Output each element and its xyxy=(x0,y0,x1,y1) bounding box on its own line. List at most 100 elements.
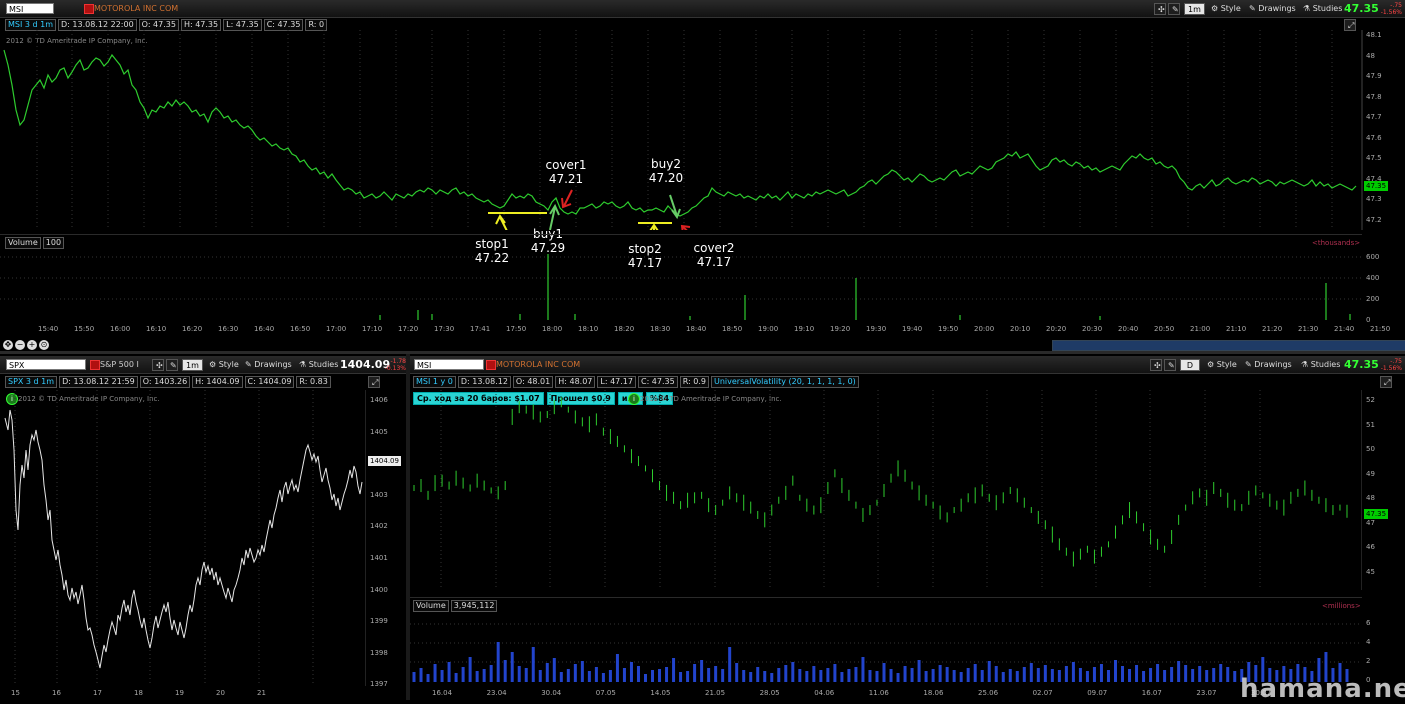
time-tick-label: 17:20 xyxy=(398,325,419,333)
axis-tick-label: 1399 xyxy=(370,617,388,626)
daily-volume-value: 3,945,112 xyxy=(450,600,498,612)
daily-price-chart xyxy=(413,390,1362,590)
axis-tick-label: 200 xyxy=(1366,295,1380,303)
volume-bar xyxy=(608,670,612,682)
volume-bar xyxy=(798,669,802,682)
daily-crosshair-icon[interactable]: ✣ xyxy=(1150,359,1162,371)
volume-bar xyxy=(1163,670,1167,682)
time-tick-label: 21 xyxy=(257,689,266,697)
panel-splitter[interactable] xyxy=(0,351,1405,354)
symbol-input[interactable]: MSI xyxy=(6,3,54,14)
volume-bar xyxy=(1233,671,1237,682)
daily-expand-icon[interactable]: ⤢ xyxy=(1380,376,1392,388)
interval-button[interactable]: 1m xyxy=(1184,3,1205,15)
axis-tick-label: 1402 xyxy=(370,522,388,531)
spx-interval-button[interactable]: 1m xyxy=(182,359,203,371)
daily-studies-button[interactable]: ⚗ Studies xyxy=(1298,359,1343,371)
time-tick-label: 18 xyxy=(134,689,143,697)
volume-bar xyxy=(1029,663,1033,682)
time-tick-label: 21.05 xyxy=(705,689,726,697)
axis-tick-label: 2 xyxy=(1366,657,1371,665)
time-tick-label: 16:50 xyxy=(290,325,311,333)
style-button[interactable]: ⚙ Style xyxy=(1208,3,1244,15)
axis-tick-label: 1405 xyxy=(370,427,388,436)
spx-crosshair-icon[interactable]: ✣ xyxy=(152,359,164,371)
volume-bar xyxy=(517,666,521,682)
volume-bar xyxy=(636,666,640,682)
volume-bar xyxy=(784,665,788,682)
time-tick-label: 16:00 xyxy=(110,325,131,333)
volume-bar xyxy=(889,669,893,682)
spx-studies-button[interactable]: ⚗ Studies xyxy=(296,359,341,371)
studies-button[interactable]: ⚗ Studies xyxy=(1300,3,1345,15)
zoom-fit-icon[interactable]: ⊙ xyxy=(39,340,49,350)
spx-wrench-icon[interactable]: ✎ xyxy=(166,359,178,371)
time-tick-label: 19:20 xyxy=(830,325,851,333)
axis-tick-label: 48 xyxy=(1366,51,1375,60)
volume-bar xyxy=(854,667,858,682)
volume-value: 100 xyxy=(42,237,65,249)
time-tick-label: 21:40 xyxy=(1334,325,1355,333)
pan-icon[interactable]: ✥ xyxy=(3,340,13,350)
daily-wrench-icon[interactable]: ✎ xyxy=(1164,359,1176,371)
volume-bar xyxy=(1092,667,1096,682)
volume-bar xyxy=(1106,670,1110,682)
volume-bar xyxy=(643,674,647,682)
time-tick-label: 17 xyxy=(93,689,102,697)
axis-tick-label: 47.9 xyxy=(1366,72,1382,80)
daily-style-button[interactable]: ⚙ Style xyxy=(1204,359,1240,371)
axis-tick-label: 47 xyxy=(1366,518,1375,527)
spx-symbol-input[interactable]: SPX xyxy=(6,359,86,370)
axis-tick-label: 1403 xyxy=(370,490,388,499)
daily-drawings-button[interactable]: ✎ Drawings xyxy=(1242,359,1295,371)
price-change: -.75 -1.56% xyxy=(1380,2,1402,16)
horizontal-scrollbar[interactable] xyxy=(1052,340,1405,351)
top-price-chart xyxy=(3,30,1363,230)
volume-bar xyxy=(1191,669,1195,682)
crosshair-icon[interactable]: ✣ xyxy=(1154,3,1166,15)
volume-bar xyxy=(1128,669,1132,682)
axis-tick-label: 400 xyxy=(1366,274,1380,282)
volume-bar xyxy=(531,647,535,682)
volume-bar xyxy=(840,672,844,682)
daily-study-name: UniversalVolatility (20, 1, 1, 1, 1, 0) xyxy=(711,376,859,388)
volume-bar xyxy=(1008,669,1012,682)
volume-bar xyxy=(763,671,767,682)
spx-expand-icon[interactable]: ⤢ xyxy=(368,376,380,388)
volume-bar xyxy=(482,669,486,682)
wrench-icon[interactable]: ✎ xyxy=(1168,3,1180,15)
volume-bar xyxy=(700,660,704,682)
link-icon[interactable] xyxy=(84,4,94,14)
daily-symbol-input[interactable]: MSI xyxy=(414,359,484,370)
time-tick-label: 17:30 xyxy=(434,325,455,333)
time-tick-label: 02.07 xyxy=(1032,689,1053,697)
spx-link-icon[interactable] xyxy=(90,360,100,370)
volume-bar xyxy=(819,670,823,682)
volume-bar xyxy=(1085,671,1089,682)
axis-tick-label: 600 xyxy=(1366,253,1380,261)
volume-bar xyxy=(594,667,598,682)
volume-bar xyxy=(1149,668,1153,682)
time-tick-label: 17:00 xyxy=(326,325,347,333)
spx-style-button[interactable]: ⚙ Style xyxy=(206,359,242,371)
volume-bar xyxy=(973,664,977,682)
time-tick-label: 16:10 xyxy=(146,325,167,333)
time-tick-label: 16.04 xyxy=(432,689,453,697)
daily-link-icon[interactable] xyxy=(486,360,496,370)
volume-bar xyxy=(952,670,956,682)
time-tick-label: 20:20 xyxy=(1046,325,1067,333)
zoom-out-icon[interactable]: − xyxy=(15,340,25,350)
time-tick-label: 15 xyxy=(11,689,20,697)
volume-bar xyxy=(735,663,739,682)
axis-tick-label: 51 xyxy=(1366,420,1375,429)
daily-last-price: 47.35 xyxy=(1344,358,1379,371)
spx-info-title: SPX 3 d 1m xyxy=(5,376,58,388)
daily-volume-header: Volume 3,945,112 xyxy=(413,600,498,612)
zoom-in-icon[interactable]: + xyxy=(27,340,37,350)
time-tick-label: 11.06 xyxy=(868,689,889,697)
axis-tick-label: 1401 xyxy=(370,554,388,562)
volume-bar xyxy=(945,667,949,682)
drawings-button[interactable]: ✎ Drawings xyxy=(1246,3,1299,15)
daily-interval-button[interactable]: D xyxy=(1180,359,1200,371)
spx-drawings-button[interactable]: ✎ Drawings xyxy=(242,359,295,371)
